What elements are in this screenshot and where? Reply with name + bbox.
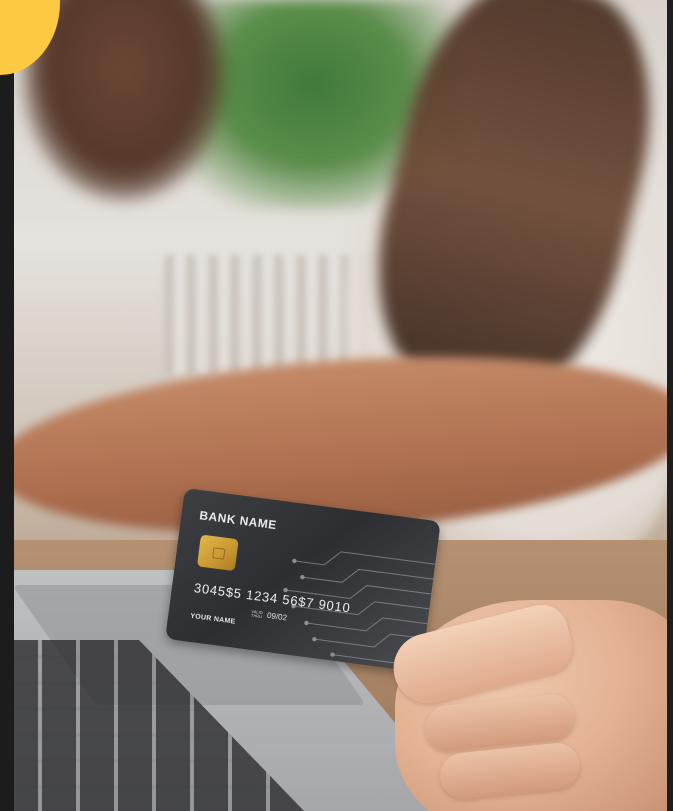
chip-icon [196, 534, 239, 572]
card-holder-name: YOUR NAME [189, 612, 236, 626]
card-bank-name: BANK NAME [198, 508, 278, 533]
frame-edge [667, 0, 673, 811]
chip-contact [212, 547, 226, 560]
photo-frame: BANK NAME 3045$5 1234 56$7 9010 VALID TH… [0, 0, 673, 811]
card-valid-label: VALID THRU [250, 608, 263, 620]
card-expiry: 09/02 [266, 610, 288, 623]
